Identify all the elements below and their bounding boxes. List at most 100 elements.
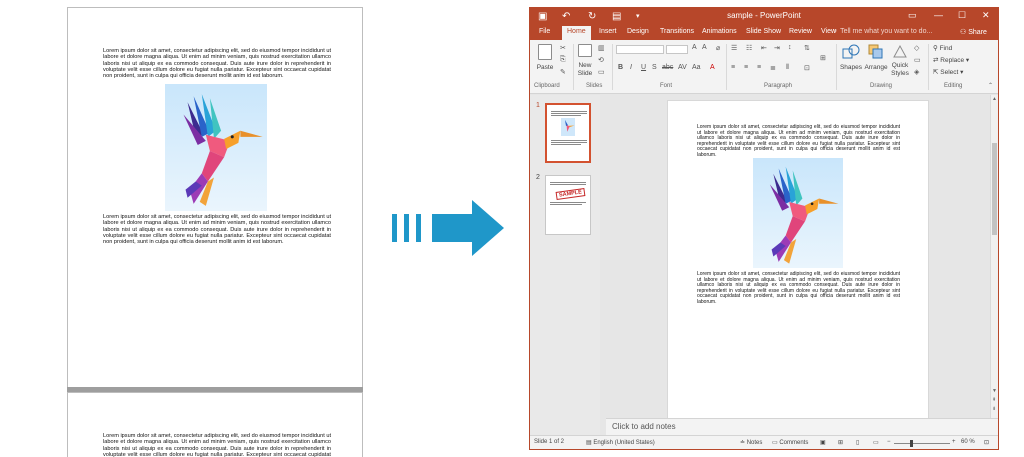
font-name-dropdown[interactable]: [616, 45, 664, 54]
tab-design[interactable]: Design: [627, 28, 649, 35]
new-slide-icon[interactable]: [578, 44, 592, 57]
notes-button[interactable]: ≐ Notes: [740, 439, 762, 446]
thumb-text-line: [550, 182, 586, 183]
slide-paragraph-1: Lorem ipsum dolor sit amet, consectetur …: [697, 124, 900, 158]
quick-styles-button[interactable]: Quick Styles: [888, 62, 912, 78]
tab-slide-show[interactable]: Slide Show: [746, 28, 781, 35]
new-slide-button[interactable]: New Slide: [574, 62, 596, 78]
align-left-icon[interactable]: ≡: [731, 64, 735, 71]
notes-pane[interactable]: Click to add notes: [606, 418, 998, 435]
font-color-icon[interactable]: A: [710, 64, 715, 71]
shapes-button[interactable]: Shapes: [839, 64, 863, 71]
align-center-icon[interactable]: ≡: [744, 64, 748, 71]
share-button[interactable]: ⚇ Share: [960, 28, 987, 36]
bold-icon[interactable]: B: [618, 64, 623, 71]
slide-thumbnail-2[interactable]: SAMPLE: [545, 175, 591, 235]
zoom-slider-knob[interactable]: [910, 440, 913, 447]
columns-icon[interactable]: ⫴: [786, 64, 789, 72]
tab-home[interactable]: Home: [562, 26, 591, 40]
cut-icon[interactable]: ✂: [560, 44, 566, 52]
format-painter-icon[interactable]: ✎: [560, 68, 566, 76]
normal-view-icon[interactable]: ▣: [820, 439, 826, 446]
ribbon-separator: [612, 44, 613, 90]
paste-icon[interactable]: [538, 44, 552, 60]
document-paragraph-3: Lorem ipsum dolor sit amet, consectetur …: [103, 433, 331, 457]
next-slide-icon[interactable]: ⇟: [992, 406, 996, 412]
reset-icon[interactable]: ⟲: [598, 56, 604, 64]
comments-button[interactable]: ▭ Comments: [772, 439, 808, 446]
scroll-up-icon[interactable]: ▲: [992, 96, 997, 102]
close-icon[interactable]: ✕: [982, 10, 990, 21]
decrease-font-icon[interactable]: A: [702, 44, 707, 51]
increase-indent-icon[interactable]: ⇥: [774, 44, 780, 52]
tab-animations[interactable]: Animations: [702, 28, 737, 35]
section-icon[interactable]: ▭: [598, 68, 605, 76]
slideshow-view-icon[interactable]: ▭: [873, 439, 879, 446]
justify-icon[interactable]: ≣: [770, 64, 776, 72]
scroll-down-icon[interactable]: ▼: [992, 388, 997, 394]
numbering-icon[interactable]: ☷: [746, 44, 752, 52]
scroll-thumb[interactable]: [992, 143, 997, 235]
shapes-icon[interactable]: [842, 44, 860, 59]
shape-fill-icon[interactable]: ◇: [914, 44, 919, 52]
notes-label: Notes: [746, 440, 763, 446]
tab-file[interactable]: File: [539, 28, 550, 35]
shape-outline-icon[interactable]: ▭: [914, 56, 921, 64]
layout-icon[interactable]: ▥: [598, 44, 605, 52]
thumb-text-line: [550, 202, 586, 203]
maximize-icon[interactable]: ☐: [958, 10, 966, 21]
sample-stamp: SAMPLE: [555, 188, 586, 200]
tell-me-text: Tell me what you want to do...: [840, 28, 933, 35]
slide-paragraph-2: Lorem ipsum dolor sit amet, consectetur …: [697, 271, 900, 305]
slide-thumbnail-1[interactable]: [545, 103, 591, 163]
font-size-dropdown[interactable]: [666, 45, 688, 54]
person-icon: ⚇: [960, 29, 969, 36]
zoom-out-icon[interactable]: −: [887, 439, 891, 445]
slide-number-1: 1: [536, 102, 540, 109]
shadow-icon[interactable]: S: [652, 64, 657, 71]
select-button[interactable]: ⇱ Select ▾: [933, 68, 963, 76]
bullets-icon[interactable]: ☰: [731, 44, 737, 52]
text-direction-icon[interactable]: ⇅: [804, 44, 810, 52]
line-spacing-icon[interactable]: ↕: [788, 44, 792, 51]
change-case-icon[interactable]: Aa: [692, 64, 701, 71]
underline-icon[interactable]: U: [641, 64, 646, 71]
tab-review[interactable]: Review: [789, 28, 812, 35]
minimize-icon[interactable]: —: [934, 10, 943, 20]
find-button[interactable]: ⚲ Find: [933, 44, 952, 52]
quick-styles-icon[interactable]: [892, 44, 908, 59]
fit-slide-icon[interactable]: ⊡: [984, 439, 989, 446]
zoom-in-icon[interactable]: +: [952, 439, 956, 445]
slide-sorter-icon[interactable]: ⊞: [838, 439, 843, 446]
clear-formatting-icon[interactable]: ⌀: [716, 44, 720, 52]
tab-insert[interactable]: Insert: [599, 28, 617, 35]
previous-slide-icon[interactable]: ⇞: [992, 397, 996, 403]
decrease-indent-icon[interactable]: ⇤: [761, 44, 767, 52]
zoom-level[interactable]: 60 %: [961, 439, 975, 445]
paste-button[interactable]: Paste: [533, 64, 557, 71]
vertical-scrollbar[interactable]: ▲ ▼ ⇞ ⇟: [990, 95, 998, 418]
reading-view-icon[interactable]: ▯: [856, 439, 859, 446]
collapse-ribbon-icon[interactable]: ⌃: [988, 82, 993, 89]
tab-transitions[interactable]: Transitions: [660, 28, 694, 35]
character-spacing-icon[interactable]: AV: [678, 64, 687, 71]
smartart-icon[interactable]: ⊞: [820, 54, 826, 62]
ribbon-display-options-icon[interactable]: ▭: [908, 10, 917, 21]
shape-effects-icon[interactable]: ◈: [914, 68, 919, 76]
zoom-slider[interactable]: [894, 443, 950, 444]
language-indicator[interactable]: ▤ English (United States): [586, 439, 655, 446]
arrange-button[interactable]: Arrange: [863, 64, 889, 71]
comparison-canvas: Lorem ipsum dolor sit amet, consectetur …: [0, 0, 1024, 457]
current-slide[interactable]: Lorem ipsum dolor sit amet, consectetur …: [667, 100, 929, 423]
copy-icon[interactable]: ⎘: [560, 56, 566, 64]
hummingbird-illustration: [183, 94, 263, 206]
strikethrough-icon[interactable]: abc: [662, 64, 673, 71]
thumb-text-line: [551, 111, 587, 112]
arrange-icon[interactable]: [868, 44, 884, 59]
align-right-icon[interactable]: ≡: [757, 64, 761, 71]
increase-font-icon[interactable]: A: [692, 44, 697, 51]
italic-icon[interactable]: I: [630, 64, 632, 71]
replace-button[interactable]: ⇄ Replace ▾: [933, 56, 969, 64]
align-text-icon[interactable]: ⊡: [804, 64, 810, 72]
tell-me-box[interactable]: ♀ Tell me what you want to do...: [833, 28, 932, 35]
